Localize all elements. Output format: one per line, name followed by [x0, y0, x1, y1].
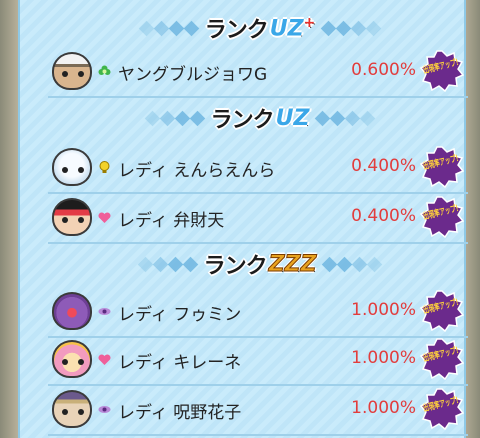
- drop-rate: 0.600%: [351, 60, 416, 80]
- background-left-edge: [0, 0, 18, 438]
- drop-rate: 1.000%: [351, 300, 416, 320]
- drop-rate: 1.000%: [351, 398, 416, 418]
- purple-eye-icon: [98, 308, 111, 315]
- rank-header-uz: ランク UZ: [40, 100, 480, 136]
- rank-header-uz-plus: ランク UZ+: [40, 10, 480, 46]
- drop-rate: 1.000%: [351, 348, 416, 368]
- yokai-name: ヤングブルジョワG: [118, 65, 268, 85]
- rank-label: ランク: [210, 108, 275, 133]
- pink-heart-icon: [98, 212, 111, 223]
- yokai-name: レディ フゥミン: [118, 305, 242, 325]
- diamond-decoration-right: [322, 256, 383, 272]
- list-item[interactable]: レディ フゥミン 1.000% 出現率アップ!: [48, 290, 476, 338]
- list-item[interactable]: レディ えんらえんら 0.400% 出現率アップ!: [48, 146, 476, 194]
- yokai-name: レディ 弁財天: [118, 211, 225, 231]
- pink-heart-icon: [98, 354, 111, 365]
- diamond-decoration-left: [137, 256, 198, 272]
- yokai-name: レディ えんらえんら: [118, 161, 276, 181]
- list-item[interactable]: ヤングブルジョワG 0.600% 出現率アップ!: [48, 50, 476, 98]
- diamond-decoration-left: [144, 110, 205, 126]
- drop-rate-panel[interactable]: ランク UZ+ ヤングブルジョワG 0.600% 出現率アップ! ランク UZ …: [18, 0, 468, 438]
- yellow-bulb-icon: [99, 161, 110, 173]
- list-item[interactable]: レディ キレーネ 1.000% 出現率アップ!: [48, 338, 476, 386]
- diamond-decoration-right: [315, 110, 376, 126]
- rank-header-zzz: ランク ZZZ: [40, 246, 480, 282]
- yokai-avatar: [52, 198, 92, 236]
- yokai-name: レディ 呪野花子: [118, 403, 242, 423]
- yokai-avatar: [52, 292, 92, 330]
- rank-label: ランク: [204, 18, 269, 43]
- purple-eye-icon: [98, 406, 111, 413]
- drop-rate: 0.400%: [351, 156, 416, 176]
- green-flower-icon: [98, 65, 111, 75]
- rate-up-badge: 出現率アップ!: [420, 196, 464, 238]
- yokai-avatar: [52, 52, 92, 90]
- rate-up-badge: 出現率アップ!: [420, 50, 464, 92]
- rate-up-badge: 出現率アップ!: [420, 290, 464, 332]
- list-item[interactable]: レディ 弁財天 0.400% 出現率アップ!: [48, 196, 476, 244]
- drop-rate: 0.400%: [351, 206, 416, 226]
- diamond-decoration-right: [321, 20, 382, 36]
- yokai-name: レディ キレーネ: [118, 353, 242, 373]
- yokai-avatar: [52, 340, 92, 378]
- yokai-avatar: [52, 148, 92, 186]
- list-item[interactable]: レディ 呪野花子 1.000% 出現率アップ!: [48, 388, 476, 436]
- rank-label: ランク: [203, 254, 268, 279]
- yokai-avatar: [52, 390, 92, 428]
- diamond-decoration-left: [138, 20, 199, 36]
- rate-up-badge: 出現率アップ!: [420, 338, 464, 380]
- rank-uz-emblem: UZ: [275, 105, 310, 131]
- rate-up-badge: 出現率アップ!: [420, 146, 464, 188]
- rank-zzz-emblem: ZZZ: [268, 251, 317, 277]
- rank-uz-plus-emblem: UZ+: [269, 14, 316, 42]
- rate-up-badge: 出現率アップ!: [420, 388, 464, 430]
